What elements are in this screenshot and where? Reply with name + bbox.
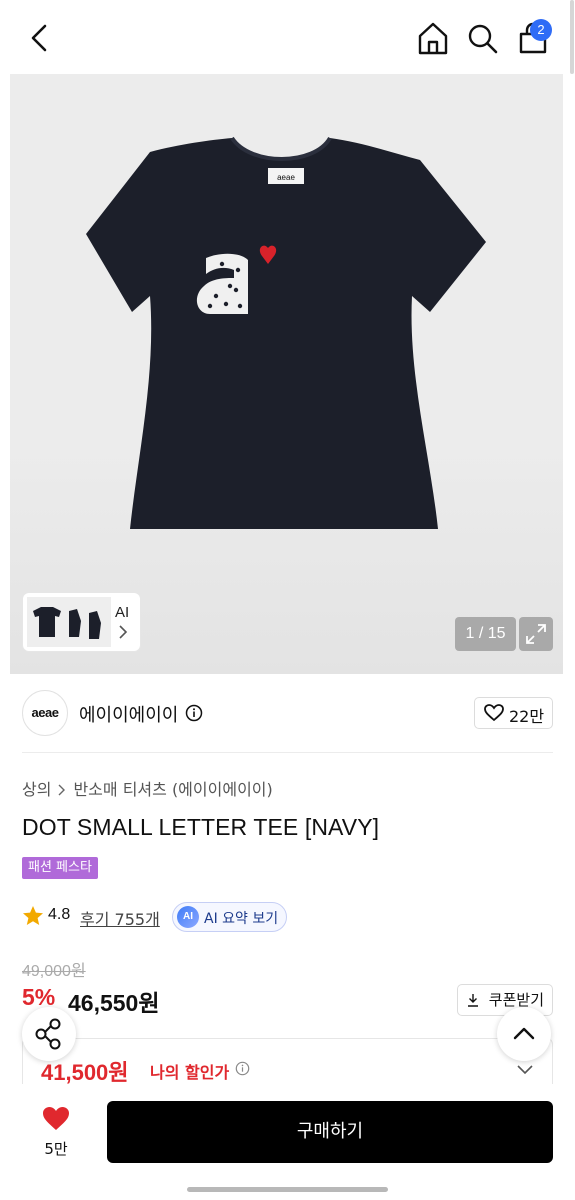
- breadcrumb: 상의 반소매 티셔츠 (에이이에이이): [22, 776, 273, 800]
- my-price-label: 나의 할인가: [150, 1063, 230, 1082]
- chevron-right-icon: [58, 784, 66, 796]
- promo-badge: 패션 페스타: [22, 857, 98, 879]
- scrollbar[interactable]: [570, 0, 574, 74]
- buy-button[interactable]: 구매하기: [107, 1101, 553, 1163]
- cart-count-badge: 2: [530, 19, 552, 41]
- wishlist-button[interactable]: 5만: [30, 1104, 82, 1164]
- t-shirt-illustration: aeae: [86, 136, 486, 529]
- ai-summary-button[interactable]: AI AI 요약 보기: [172, 902, 287, 932]
- search-icon: [468, 24, 498, 54]
- expand-button[interactable]: [519, 617, 553, 651]
- sale-price: 46,550원: [68, 990, 160, 1016]
- brand-like-count: 22만: [509, 707, 545, 726]
- share-icon: [35, 1018, 61, 1050]
- wishlist-count: 5만: [44, 1140, 68, 1158]
- home-indicator: [187, 1187, 388, 1192]
- breadcrumb-subcategory[interactable]: 반소매 티셔츠 (에이이에이이): [73, 780, 272, 799]
- ai-summary-label: AI 요약 보기: [204, 911, 279, 927]
- rating-value: 4.8: [48, 906, 71, 923]
- original-price: 49,000원: [22, 963, 86, 980]
- rating-row: 4.8 후기 755개 AI AI 요약 보기: [22, 902, 322, 932]
- garment-tag-logo: aeae: [277, 173, 295, 182]
- share-button[interactable]: [22, 1007, 76, 1061]
- scroll-to-top-button[interactable]: [497, 1007, 551, 1061]
- home-icon: [418, 22, 448, 55]
- top-bar: 2: [0, 0, 575, 74]
- review-link[interactable]: 후기 755개: [80, 906, 160, 930]
- thumbnail-card[interactable]: [23, 593, 140, 651]
- home-button[interactable]: [416, 20, 450, 56]
- info-icon[interactable]: [185, 704, 203, 722]
- thumbnail-images: [27, 597, 111, 647]
- chevron-down-icon: [517, 1065, 533, 1075]
- bottom-action-bar: 5만 구매하기: [0, 1084, 575, 1200]
- chevron-right-icon: [119, 625, 128, 639]
- heart-outline-icon: [484, 704, 504, 722]
- brand-logo[interactable]: aeae: [22, 690, 68, 736]
- download-icon: [468, 994, 478, 1007]
- brand-name[interactable]: 에이이에이이: [79, 701, 178, 727]
- ai-icon: AI: [177, 906, 199, 928]
- divider: [22, 752, 553, 753]
- info-icon[interactable]: [235, 1061, 250, 1076]
- brand-like-button[interactable]: 22만: [474, 697, 553, 729]
- star-icon: [23, 906, 43, 925]
- image-counter: 1 / 15: [455, 617, 516, 651]
- product-title: DOT SMALL LETTER TEE [NAVY]: [22, 814, 380, 840]
- breadcrumb-category[interactable]: 상의: [22, 780, 51, 799]
- thumbnail-ai-label: AI: [115, 604, 130, 621]
- brand-row: aeae 에이이에이이 22만: [22, 690, 553, 736]
- chevron-left-icon: [31, 24, 47, 52]
- product-image[interactable]: aeae: [10, 74, 563, 674]
- search-button[interactable]: [466, 20, 500, 56]
- expand-icon: [526, 624, 546, 644]
- back-button[interactable]: [24, 22, 56, 54]
- heart-filled-icon: [43, 1107, 69, 1130]
- chevron-up-icon: [513, 1027, 535, 1040]
